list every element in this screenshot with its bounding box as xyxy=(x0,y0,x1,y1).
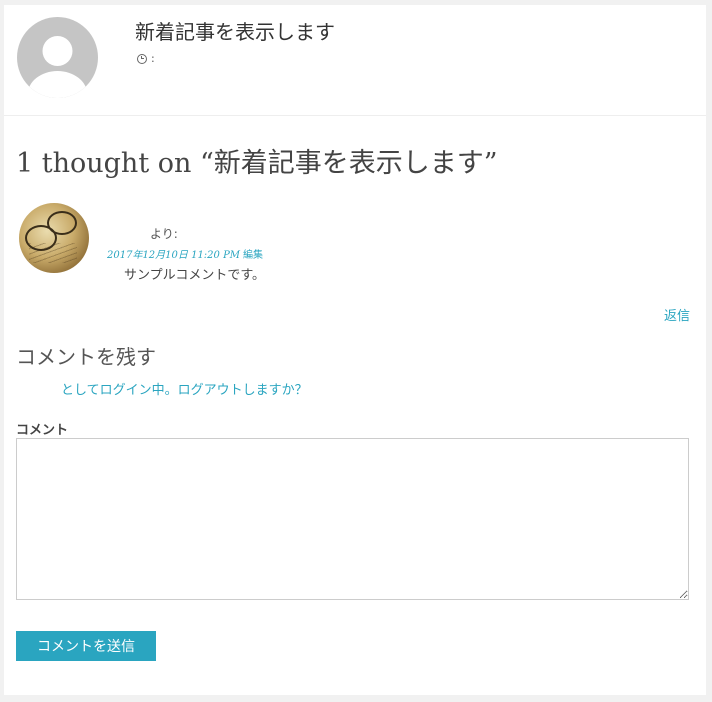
comment-label: コメント xyxy=(16,423,69,438)
post-meta-separator: : xyxy=(151,52,155,65)
submit-comment-button[interactable]: コメントを送信 xyxy=(16,631,156,661)
post-title: 新着記事を表示します xyxy=(135,20,335,44)
comment-date-link[interactable]: 2017年12月10日 11:20 PM xyxy=(107,250,240,261)
divider xyxy=(4,115,706,116)
logout-link[interactable]: ログアウトしますか？ xyxy=(178,383,308,398)
comment-author: より: xyxy=(150,227,178,241)
default-avatar-icon xyxy=(17,17,98,98)
reply-link[interactable]: 返信 xyxy=(664,305,690,324)
post-header: 新着記事を表示します : xyxy=(4,5,706,115)
page-frame: 新着記事を表示します : 1 thought on “新着記事を表示します” よ… xyxy=(4,5,706,695)
comments-heading: 1 thought on “新着記事を表示します” xyxy=(16,148,498,179)
person-icon xyxy=(27,36,88,98)
clock-icon xyxy=(137,53,147,64)
comment-text: サンプルコメントです。 xyxy=(124,268,266,283)
commenter-avatar xyxy=(19,203,89,273)
comment-textarea[interactable] xyxy=(16,438,689,600)
glasses-lens-icon xyxy=(25,225,57,251)
comment-edit-link[interactable]: 編集 xyxy=(243,250,263,261)
profile-link[interactable]: としてログイン中。 xyxy=(61,383,178,398)
post-meta: : xyxy=(137,52,155,65)
respond-title: コメントを残す xyxy=(16,345,156,369)
comment-meta: 2017年12月10日 11:20 PM 編集 xyxy=(107,246,263,261)
logged-in-notice: としてログイン中。ログアウトしますか？ xyxy=(61,379,308,398)
